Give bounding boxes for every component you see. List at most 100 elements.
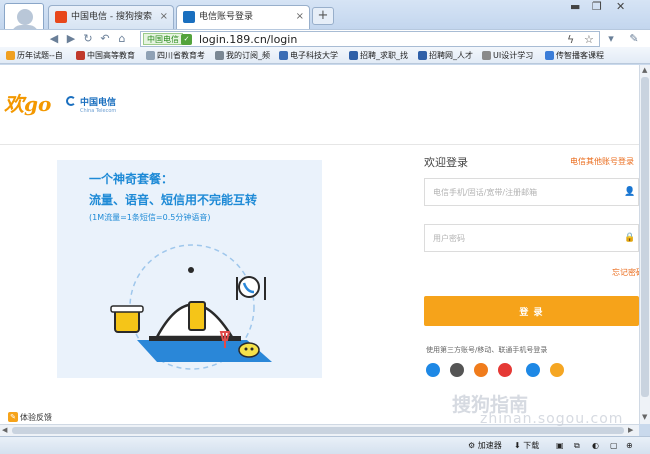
account-field[interactable]: 👤 [424,178,639,206]
weibo-icon[interactable] [498,363,512,377]
vertical-scroll-thumb[interactable] [641,77,649,397]
bookmark-item[interactable]: 电子科技大学 [279,49,338,62]
lightning-icon[interactable]: ϟ [567,33,574,46]
qq-icon[interactable] [426,363,440,377]
bookmark-icon [349,51,358,60]
bookmark-item[interactable]: 四川省教育考 [146,49,205,62]
bookmark-icon [418,51,427,60]
bookmark-label: UI设计学习 [493,51,534,60]
scroll-up-icon[interactable]: ▲ [642,66,647,74]
home-icon[interactable]: ⌂ [114,31,130,47]
star-icon[interactable]: ☆ [584,33,594,46]
telecom-logo-text: 中国电信 [80,98,117,108]
bookmark-label: 我的订阅_频 [226,51,270,60]
forward-icon[interactable]: ▶ [63,31,79,47]
page-content: 欢go 中国电信 China Telecom 一个神奇套餐： 流量、语音、短信用… [0,65,639,424]
address-bar[interactable]: 中国电信 ✓ login.189.cn/login ϟ ☆ [140,31,600,47]
bookmark-label: 四川省教育考 [157,51,205,60]
watermark-domain: zhinan.sogou.com [480,411,624,427]
bookmark-item[interactable]: 招聘_求职_找 [349,49,408,62]
wechat-icon[interactable] [450,363,464,377]
bookmark-item[interactable]: 中国高等教育 [76,49,135,62]
horizontal-scroll-thumb[interactable] [12,427,624,434]
undo-icon[interactable]: ↶ [97,31,113,47]
sound-icon[interactable]: ◐ [592,439,599,452]
other-login-link[interactable]: 电信其他账号登录 [570,156,634,167]
url-text[interactable]: login.189.cn/login [199,32,297,47]
minimize-icon[interactable]: ▬ [570,0,580,13]
bookmark-label: 招聘_求职_找 [360,51,408,60]
bookmark-icon [215,51,224,60]
scroll-left-icon[interactable]: ◀ [2,426,7,434]
scroll-right-icon[interactable]: ▶ [628,426,633,434]
close-window-icon[interactable]: ✕ [616,0,625,13]
telecom-logo[interactable]: 中国电信 China Telecom [66,95,116,114]
vertical-scrollbar[interactable]: ▲ ▼ [639,65,650,424]
bookmark-icon [279,51,288,60]
secure-icon: ✓ [181,34,192,45]
dropdown-icon[interactable]: ▾ [603,31,619,47]
telecom-logo-sub: China Telecom [80,108,117,114]
bookmark-icon [6,51,15,60]
account-input[interactable] [433,186,613,199]
bookmark-label: 电子科技大学 [290,51,338,60]
login-button[interactable]: 登 录 [424,296,639,326]
telecom-logo-icon [66,96,76,106]
download-button[interactable]: ⬇ 下载 [514,439,539,452]
banner-note: (1M流量=1条短信=0.5分钟语音) [89,213,211,222]
tools-icon[interactable]: ✎ [626,31,642,47]
zoom-icon[interactable]: ⊕ [626,439,633,452]
tab-label: 中国电信 - 搜狗搜索 [71,12,152,22]
login-title: 欢迎登录 [424,156,468,169]
banner-title: 一个神奇套餐： [89,172,174,186]
banner-headline: 流量、语音、短信用不完能互转 [89,193,258,207]
status-tool-icon[interactable]: ⧉ [574,439,580,452]
site-logo[interactable]: 欢go [4,88,51,117]
accelerator-button[interactable]: ⚙ 加速器 [468,439,502,452]
bookmark-label: 传智播客课程 [556,51,604,60]
download-label: 下载 [523,441,540,450]
navigation-bar: ◀ ▶ ↻ ↶ ⌂ 中国电信 ✓ login.189.cn/login ϟ ☆ … [0,29,650,47]
feedback-link[interactable]: ✎ 体验反馈 [8,412,52,423]
site-header: 欢go 中国电信 China Telecom [0,65,639,145]
lock-icon: 🔒 [624,233,636,243]
china-unicom-icon[interactable] [550,363,564,377]
bookmark-icon [76,51,85,60]
bookmark-item[interactable]: 我的订阅_频 [215,49,270,62]
maximize-icon[interactable]: ❐ [592,0,602,13]
close-icon[interactable]: × [160,6,168,28]
feedback-label: 体验反馈 [20,413,52,422]
bookmarks-bar: 历年试题--自 中国高等教育 四川省教育考 我的订阅_频 电子科技大学 招聘_求… [0,47,650,64]
bookmark-item[interactable]: UI设计学习 [482,49,533,62]
user-icon: 👤 [624,187,636,197]
bookmark-label: 招聘网_人才 [429,51,473,60]
close-icon[interactable]: × [296,6,304,28]
tab-bar: 中国电信 - 搜狗搜索 × 电信账号登录 × + ▬ ❐ ✕ [0,0,650,39]
third-party-title: 使用第三方账号/移动、联通手机号登录 [426,346,548,354]
alipay-icon[interactable] [474,363,488,377]
login-panel: 欢迎登录 电信其他账号登录 👤 🔒 忘记密码 登 录 使用第三方账号/移动、联通… [424,145,639,424]
password-field[interactable]: 🔒 [424,224,639,252]
bookmark-item[interactable]: 传智播客课程 [545,49,604,62]
status-tool-icon[interactable]: ▢ [610,439,618,452]
refresh-icon[interactable]: ↻ [80,31,96,47]
new-tab-button[interactable]: + [312,7,334,25]
china-mobile-icon[interactable] [526,363,540,377]
bookmark-label: 中国高等教育 [87,51,135,60]
accelerator-label: 加速器 [477,441,502,450]
promo-banner[interactable]: 一个神奇套餐： 流量、语音、短信用不完能互转 (1M流量=1条短信=0.5分钟语… [57,160,322,378]
bookmark-item[interactable]: 历年试题--自 [6,49,63,62]
bookmark-icon [482,51,491,60]
tab-sogou-search[interactable]: 中国电信 - 搜狗搜索 × [48,5,174,29]
status-tool-icon[interactable]: ▣ [556,439,564,452]
back-icon[interactable]: ◀ [46,31,62,47]
scroll-down-icon[interactable]: ▼ [642,413,647,421]
bookmark-item[interactable]: 招聘网_人才 [418,49,473,62]
bookmark-icon [545,51,554,60]
forgot-password-link[interactable]: 忘记密码 [612,267,639,278]
tab-telecom-login[interactable]: 电信账号登录 × [176,5,310,30]
password-input[interactable] [433,232,613,245]
sogou-icon [55,11,67,23]
cert-badge: 中国电信 [143,33,183,45]
feedback-icon: ✎ [8,412,18,422]
